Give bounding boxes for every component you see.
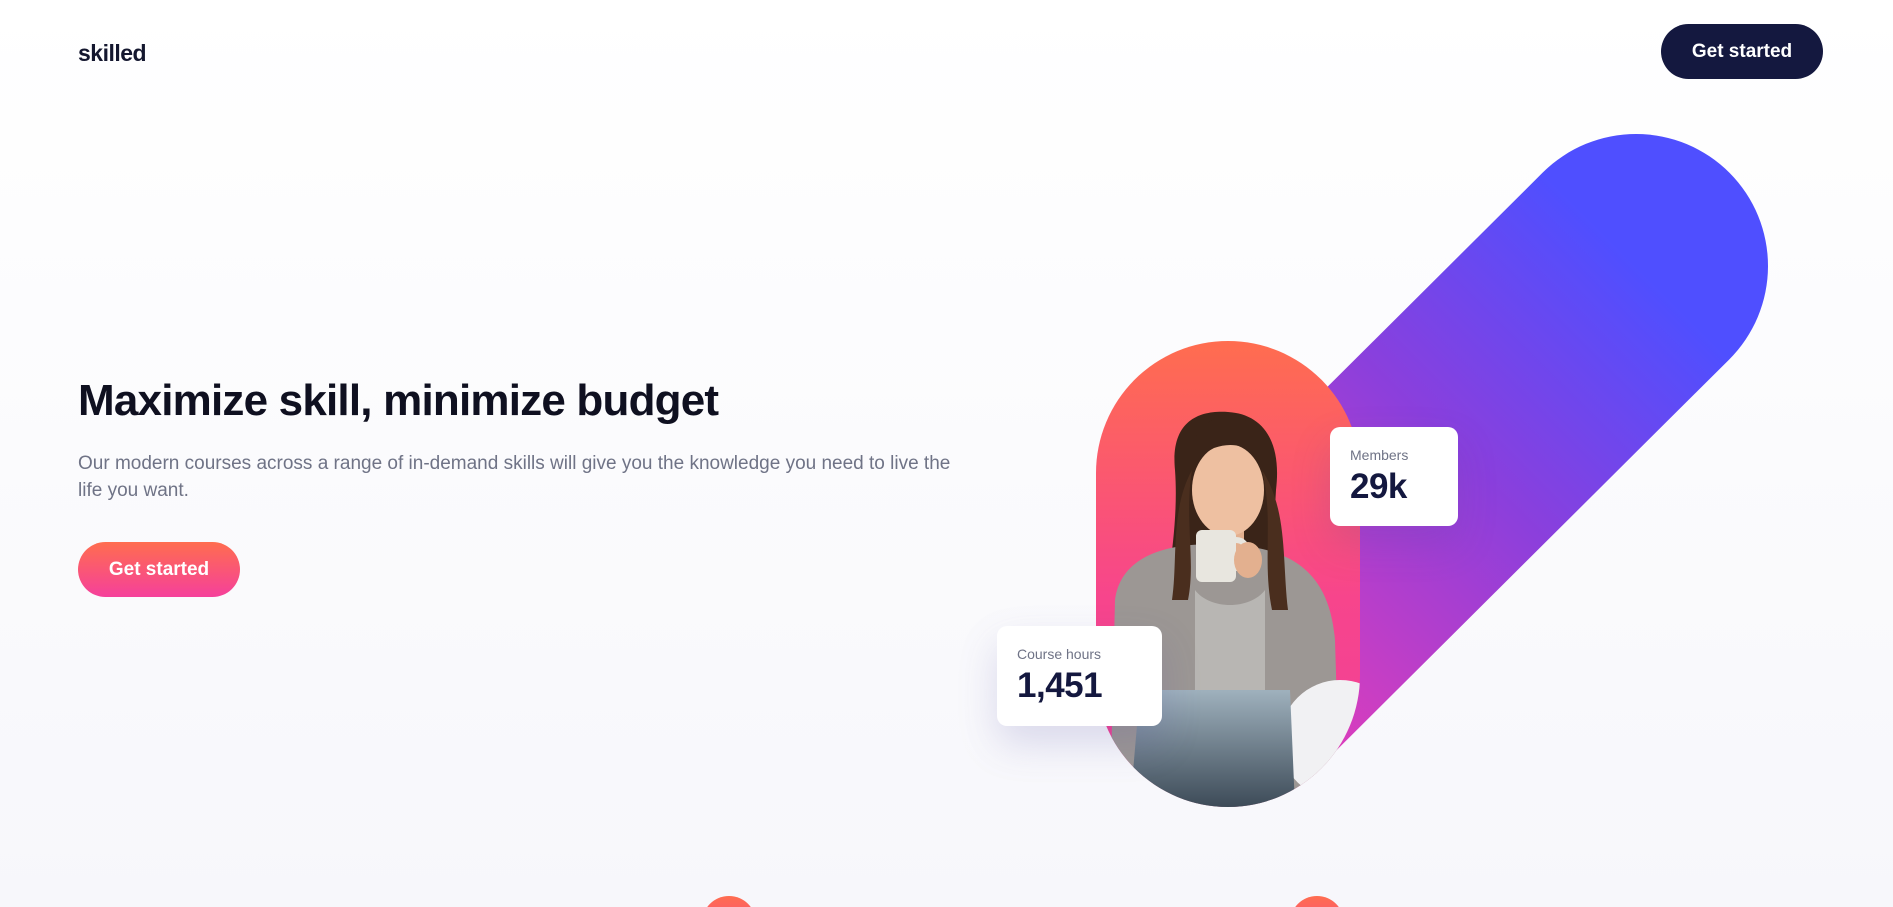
members-value: 29k [1350,467,1407,506]
members-label: Members [1350,447,1409,463]
hero-description: Our modern courses across a range of in-… [78,453,951,501]
header-get-started-button[interactable]: Get started [1661,24,1823,79]
landing-page: skilled Get started Members 29k Course h… [0,0,1893,907]
course-hours-value: 1,451 [1017,666,1103,705]
hero-get-started-button[interactable]: Get started [78,542,240,597]
course-hours-label: Course hours [1017,646,1102,662]
course-hours-stat-card: Course hours 1,451 [997,626,1162,726]
feature-icon-circle [702,896,756,907]
woman-photo [1096,341,1360,807]
members-stat-card: Members 29k [1330,427,1458,526]
feature-icon-circle [1290,896,1344,907]
hero-title: Maximize skill, minimize budget [78,376,719,425]
brand-logo[interactable]: skilled [78,40,147,67]
